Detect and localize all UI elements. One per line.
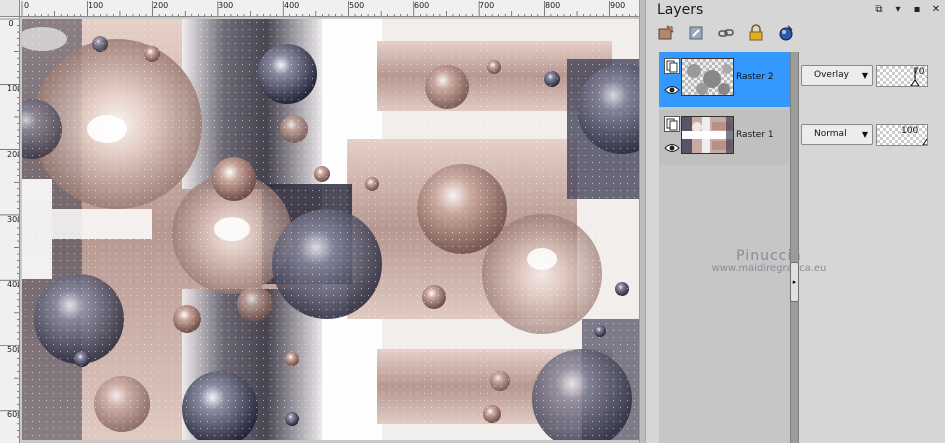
close-icon[interactable]: ✕ [931,4,941,15]
blend-mode-select-raster-1[interactable]: Normal ▼ [801,124,873,145]
layers-panel: Layers ⧉ ▾ ▪ ✕ Raster 2 Raster 1 Pinucci… [645,0,945,443]
ruler-left-label: 600 [7,410,19,419]
layers-list: Raster 2 Raster 1 Pinuccia www.maidiregr… [659,52,826,443]
ruler-top-label: 200 [153,1,169,10]
ruler-left-label: 500 [7,345,19,354]
ruler-left-label: 200 [7,150,19,159]
ruler-top-label: 400 [284,1,300,10]
autohide-icon[interactable]: ▪ [912,4,922,15]
ruler-corner [0,0,20,17]
ruler-left-label: 100 [7,84,19,93]
ruler-top-label: 800 [545,1,561,10]
opacity-slider-marker [922,138,927,145]
ruler-top-label: 300 [218,1,234,10]
ruler-top-label: 500 [349,1,365,10]
chevron-down-icon: ▼ [861,71,868,80]
ruler-left: 0 100 200 300 400 500 600 [0,17,20,443]
layer-mask-button[interactable] [776,23,796,43]
blend-mode-select-raster-2[interactable]: Overlay ▼ [801,65,873,86]
watermark-url: www.maidiregrafica.eu [711,263,827,274]
canvas-area[interactable]: 0 100 200 300 400 500 600 700 800 900 0 … [0,0,645,443]
panel-title: Layers [657,2,704,18]
ruler-left-label: 0 [8,19,14,28]
layer-properties-button[interactable] [686,23,706,43]
layer-thumbnail [681,116,734,154]
layer-group-icon[interactable] [664,116,680,132]
layer-thumbnail [681,58,734,96]
ruler-top-label: 0 [24,1,30,10]
image-canvas[interactable] [22,19,640,440]
restore-window-icon[interactable]: ⧉ [874,4,884,15]
eye-icon[interactable] [664,82,680,96]
ruler-left-ticks [0,18,19,438]
app-root: 0 100 200 300 400 500 600 700 800 900 0 … [0,0,945,443]
lock-layer-button[interactable] [746,23,766,43]
layer-name: Raster 2 [736,72,774,82]
opacity-slider-marker [910,68,920,86]
opacity-control-raster-2[interactable]: 70 [876,65,928,87]
collapse-arrow-icon[interactable]: ▸ [790,262,799,302]
ruler-left-label: 300 [7,215,19,224]
ruler-top-label: 100 [88,1,104,10]
new-layer-button[interactable] [656,23,676,43]
link-layers-button[interactable] [716,23,736,43]
ruler-top-label: 700 [479,1,495,10]
layer-group-icon[interactable] [664,58,680,74]
panel-controls: ⧉ ▾ ▪ ✕ [874,4,941,15]
layer-row-raster-1[interactable]: Raster 1 [659,110,794,165]
lock-icon [749,24,763,41]
layer-name: Raster 1 [736,130,774,140]
watermark-name: Pinuccia [736,248,802,264]
blend-mode-value: Normal [814,129,847,139]
properties-icon [689,26,703,40]
opacity-control-raster-1[interactable]: 100 [876,124,928,146]
ruler-top-label: 600 [414,1,430,10]
pin-icon[interactable]: ▾ [893,4,903,15]
ruler-left-label: 400 [7,280,19,289]
layer-row-raster-2[interactable]: Raster 2 [659,52,794,107]
new-layer-icon [658,25,674,40]
blend-mode-value: Overlay [814,70,849,80]
layer-toolbar [656,22,796,44]
link-icon [718,29,734,37]
ruler-top-label: 900 [610,1,626,10]
chevron-down-icon: ▼ [861,130,868,139]
layers-divider[interactable] [790,52,799,443]
artwork [22,19,640,440]
eye-icon[interactable] [664,140,680,154]
mask-icon [779,25,793,41]
ruler-top: 0 100 200 300 400 500 600 700 800 900 [20,0,645,17]
watermark: Pinuccia www.maidiregrafica.eu [684,248,854,274]
